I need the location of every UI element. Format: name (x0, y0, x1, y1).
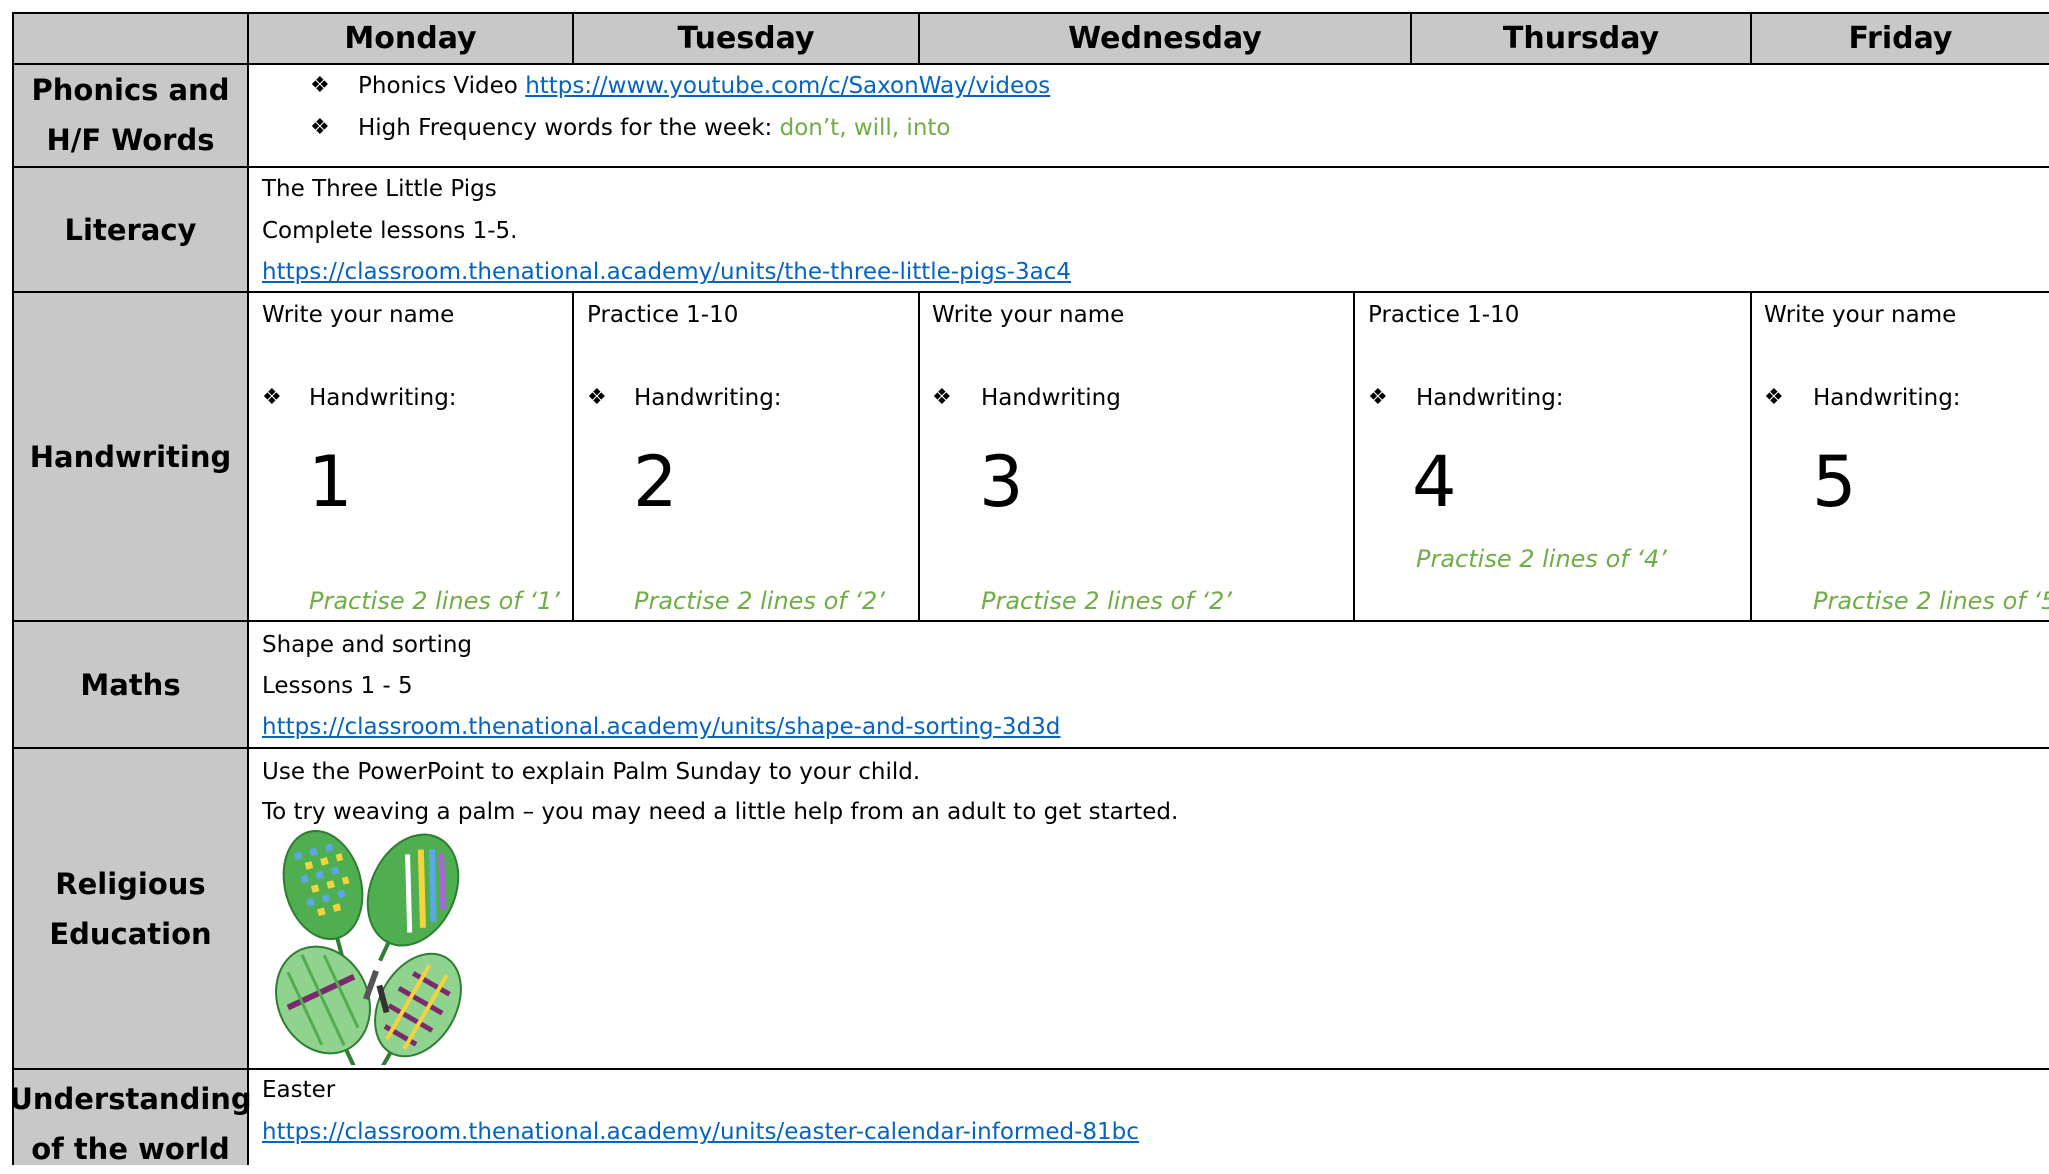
palm-weaving-image (275, 830, 462, 1065)
handwriting-practise-thursday: Practise 2 lines of ‘4’ (1416, 545, 1667, 573)
handwriting-practise-monday: Practise 2 lines of ‘1’ (309, 587, 560, 615)
handwriting-title-tuesday: Practice 1-10 (587, 302, 739, 328)
day-header-thursday: Thursday (1502, 21, 1660, 56)
row-header-maths: Maths (80, 667, 181, 702)
handwriting-title-wednesday: Write your name (932, 302, 1125, 328)
handwriting-number-monday: 1 (308, 441, 353, 523)
handwriting-practise-friday: Practise 2 lines of ‘5’ (1813, 587, 2049, 615)
bullet-icon: ❖ (587, 385, 607, 410)
handwriting-title-thursday: Practice 1-10 (1368, 302, 1520, 328)
row-header-understanding-world: Understanding of the world (9, 1082, 252, 1166)
handwriting-label-monday: Handwriting: (309, 385, 457, 411)
re-line-2: To try weaving a palm – you may need a l… (262, 799, 1179, 825)
handwriting-label-friday: Handwriting: (1813, 385, 1961, 411)
maths-link[interactable]: https://classroom.thenational.academy/un… (262, 712, 1060, 742)
bullet-icon: ❖ (932, 385, 952, 410)
handwriting-number-thursday: 4 (1412, 441, 1457, 523)
handwriting-label-tuesday: Handwriting: (634, 385, 782, 411)
bullet-icon: ❖ (1764, 385, 1784, 410)
literacy-instruction: Complete lessons 1-5. (262, 218, 518, 244)
row-header-handwriting: Handwriting (29, 439, 232, 474)
literacy-link[interactable]: https://classroom.thenational.academy/un… (262, 257, 1071, 287)
hf-words-label: High Frequency words for the week: (358, 115, 780, 141)
utw-title: Easter (262, 1077, 336, 1103)
phonics-line-2: High Frequency words for the week: don’t… (358, 113, 951, 143)
handwriting-number-tuesday: 2 (633, 441, 678, 523)
day-header-wednesday: Wednesday (1068, 21, 1262, 56)
utw-link[interactable]: https://classroom.thenational.academy/un… (262, 1117, 1139, 1147)
bullet-icon: ❖ (262, 385, 282, 410)
hf-words-list: don’t, will, into (779, 115, 951, 141)
day-header-tuesday: Tuesday (677, 21, 815, 56)
re-line-1: Use the PowerPoint to explain Palm Sunda… (262, 759, 921, 785)
handwriting-title-friday: Write your name (1764, 302, 1957, 328)
handwriting-label-wednesday: Handwriting (981, 385, 1121, 411)
handwriting-number-friday: 5 (1812, 441, 1857, 523)
row-header-literacy: Literacy (64, 212, 197, 247)
phonics-line-1: Phonics Video https://www.youtube.com/c/… (358, 71, 1050, 101)
handwriting-practise-wednesday: Practise 2 lines of ‘2’ (981, 587, 1232, 615)
day-header-friday: Friday (1848, 21, 1953, 56)
handwriting-practise-tuesday: Practise 2 lines of ‘2’ (634, 587, 885, 615)
phonics-video-link[interactable]: https://www.youtube.com/c/SaxonWay/video… (525, 73, 1050, 99)
phonics-video-label: Phonics Video (358, 73, 526, 99)
row-header-religious-education: Religious Education (49, 866, 212, 951)
handwriting-title-monday: Write your name (262, 302, 455, 328)
row-header-phonics: Phonics and H/F Words (31, 73, 230, 157)
bullet-icon: ❖ (1368, 385, 1388, 410)
literacy-title: The Three Little Pigs (262, 176, 497, 202)
maths-title: Shape and sorting (262, 632, 473, 658)
bullet-icon: ❖ (310, 115, 330, 140)
handwriting-label-thursday: Handwriting: (1416, 385, 1564, 411)
maths-lessons: Lessons 1 - 5 (262, 673, 413, 699)
day-header-monday: Monday (344, 21, 477, 56)
bullet-icon: ❖ (310, 73, 330, 98)
handwriting-number-wednesday: 3 (979, 441, 1024, 523)
